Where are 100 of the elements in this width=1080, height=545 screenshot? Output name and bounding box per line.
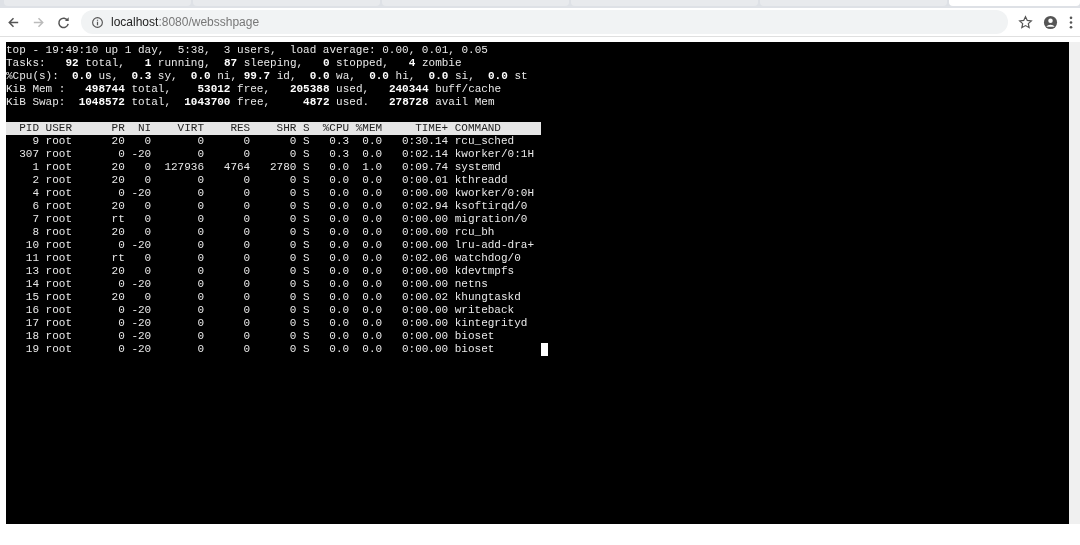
account-icon[interactable] [1043, 14, 1058, 30]
table-cell-text: 0.0 [361, 252, 383, 265]
table-cell-text: 0 [242, 226, 251, 239]
table-cell-text: 0 [143, 226, 152, 239]
table-cell-text: S [301, 265, 310, 278]
info-icon[interactable] [91, 15, 104, 29]
column-header: USER [44, 122, 73, 135]
table-cell-text: 0 [288, 239, 297, 252]
column-header: PID [18, 122, 39, 135]
table-cell-text: 0.0 [361, 291, 383, 304]
terminal-line: top - 19:49:10 up 1 day, 5:38, 3 users, load average: 0.00, 0.01, 0.05 [6, 44, 488, 57]
table-cell-text: 0 [242, 278, 251, 291]
table-cell-text: 0.3 [328, 135, 350, 148]
column-header: S [301, 122, 310, 135]
table-cell-text: 0:00.00 [400, 330, 449, 343]
table-cell-text: bioset [453, 330, 496, 343]
table-cell-text: 0.0 [328, 213, 350, 226]
table-cell-text: 0.0 [361, 174, 383, 187]
scrollbar[interactable] [1069, 42, 1080, 524]
terminal-line: KiB Swap: 1048572 total, 1043700 free, 4872 used. 278728 avail Mem [6, 96, 495, 109]
table-cell-text: kthreadd [453, 174, 509, 187]
table-cell-text: 0.0 [328, 200, 350, 213]
table-cell-text: 0 [242, 174, 251, 187]
table-cell-text: 307 [18, 148, 39, 161]
table-cell-text: kintegrityd [453, 317, 529, 330]
table-cell-text: 7 [31, 213, 39, 226]
table-cell-text: S [301, 252, 310, 265]
table-cell-text: 0 [288, 213, 297, 226]
table-cell-text: 0 [288, 304, 297, 317]
table-cell-text: S [301, 278, 310, 291]
table-cell-text: root [44, 226, 73, 239]
column-header: VIRT [176, 122, 204, 135]
column-header: COMMAND [453, 122, 502, 135]
table-cell-text: 0.0 [328, 291, 350, 304]
table-cell-text: S [301, 291, 310, 304]
table-cell-text: lru-add-dra+ [453, 239, 534, 252]
table-cell-text: 0:00.00 [400, 226, 449, 239]
browser-tab[interactable] [760, 0, 948, 6]
table-cell-text: 4764 [222, 161, 251, 174]
table-cell-text: 0.0 [361, 330, 383, 343]
table-cell-text: 10 [24, 239, 39, 252]
column-header: %MEM [354, 122, 383, 135]
column-header: SHR [275, 122, 297, 135]
table-cell-text: 0 [288, 317, 297, 330]
table-cell-text: root [44, 239, 73, 252]
terminal-line: KiB Mem : 498744 total, 53012 free, 205388 used, 240344 buff/cache [6, 83, 502, 96]
table-cell-text: bioset [453, 343, 496, 356]
table-cell-text: S [301, 148, 310, 161]
table-cell-text: 0 [288, 226, 297, 239]
table-cell-text: S [301, 330, 310, 343]
table-cell-text: 2780 [269, 161, 297, 174]
table-cell-text: 0:02.06 [400, 252, 449, 265]
table-cell-text: 0 [196, 226, 204, 239]
table-cell-text: 0 [288, 291, 297, 304]
table-cell-text: root [44, 187, 73, 200]
table-cell-text: root [44, 278, 73, 291]
table-cell-text: 0.0 [361, 278, 383, 291]
table-cell-text: 0 [196, 291, 204, 304]
table-cell-text: 0 [196, 278, 204, 291]
table-cell-text: root [44, 317, 73, 330]
table-cell-text: 0:09.74 [400, 161, 449, 174]
reload-icon[interactable] [56, 14, 71, 30]
table-cell-text: 11 [24, 252, 39, 265]
terminal-screen[interactable] [6, 42, 1069, 524]
table-cell-text: 0 [288, 265, 297, 278]
table-cell-text: 0 [117, 278, 125, 291]
table-cell-text: 20 [110, 265, 125, 278]
table-cell-text: 19 [24, 343, 39, 356]
table-cell-text: -20 [130, 304, 152, 317]
table-cell-text: 0 [143, 200, 152, 213]
table-cell-text: 0.0 [361, 343, 383, 356]
table-cell-text: 0:00.00 [400, 343, 449, 356]
table-cell-text: writeback [453, 304, 516, 317]
table-cell-text: 0 [288, 200, 297, 213]
table-cell-text: 0.0 [361, 135, 383, 148]
table-cell-text: 0 [117, 239, 125, 252]
table-cell-text: 0 [143, 174, 152, 187]
table-cell-text: 0:02.94 [400, 200, 449, 213]
table-cell-text: 0 [288, 135, 297, 148]
table-cell-text: 0 [117, 317, 125, 330]
table-cell-text: 0 [143, 291, 152, 304]
address-field[interactable]: localhost:8080/websshpage [81, 10, 1008, 34]
table-cell-text: 1.0 [361, 161, 383, 174]
table-cell-text: 0 [196, 317, 204, 330]
browser-tab[interactable] [949, 0, 1080, 6]
table-cell-text: 0.0 [361, 317, 383, 330]
table-cell-text: 0 [242, 135, 251, 148]
table-cell-text: 1 [31, 161, 39, 174]
table-cell-text: 0.0 [328, 343, 350, 356]
table-cell-text: 0 [196, 330, 204, 343]
star-icon[interactable] [1018, 14, 1033, 30]
table-cell-text: -20 [130, 187, 152, 200]
table-cell-text: 0 [288, 252, 297, 265]
table-cell-text: 0:00.00 [400, 304, 449, 317]
table-cell-text: 0.0 [361, 265, 383, 278]
table-cell-text: -20 [130, 239, 152, 252]
table-cell-text: 0.0 [328, 330, 350, 343]
table-cell-text: S [301, 187, 310, 200]
menu-icon[interactable] [1068, 14, 1074, 30]
table-cell-text: 0 [117, 330, 125, 343]
